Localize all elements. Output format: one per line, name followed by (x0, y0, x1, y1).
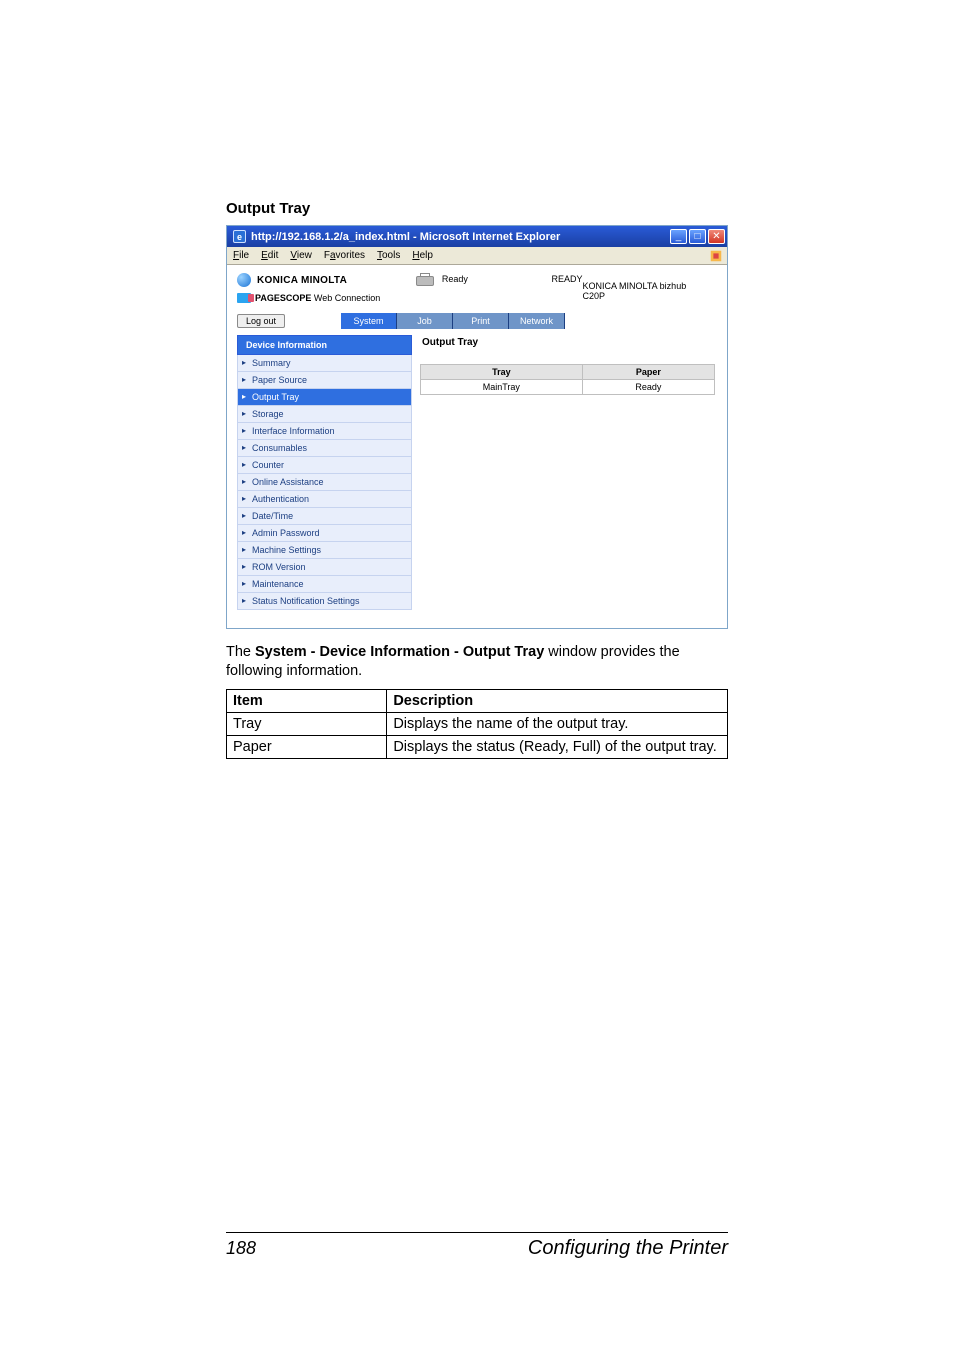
doc-item-table: Item Description Tray Displays the name … (226, 689, 728, 759)
tab-network[interactable]: Network (509, 313, 565, 329)
minimize-button[interactable]: _ (670, 229, 687, 244)
sidebar-item-paper-source[interactable]: Paper Source (237, 372, 412, 389)
sidebar-item-date-time[interactable]: Date/Time (237, 508, 412, 525)
sidebar-item-storage[interactable]: Storage (237, 406, 412, 423)
doc-th-description: Description (387, 689, 728, 712)
th-paper: Paper (582, 365, 714, 380)
menu-help[interactable]: Help (412, 250, 433, 261)
window-titlebar: e http://192.168.1.2/a_index.html - Micr… (227, 226, 727, 247)
output-tray-table: Tray Paper MainTray Ready (420, 364, 715, 395)
logout-button[interactable]: Log out (237, 314, 285, 328)
sidebar-item-output-tray[interactable]: Output Tray (237, 389, 412, 406)
doc-th-item: Item (227, 689, 387, 712)
model-label: KONICA MINOLTA bizhub C20P (583, 273, 718, 303)
doc-td-paper-desc: Displays the status (Ready, Full) of the… (387, 735, 728, 758)
printer-icon (414, 273, 436, 289)
doc-paragraph: The System - Device Information - Output… (226, 643, 728, 681)
sidebar-item-machine-settings[interactable]: Machine Settings (237, 542, 412, 559)
menu-tools[interactable]: Tools (377, 250, 400, 261)
sidebar-item-authentication[interactable]: Authentication (237, 491, 412, 508)
brand-text: KONICA MINOLTA (257, 275, 347, 286)
menu-favorites[interactable]: Favorites (324, 250, 365, 261)
sidebar-item-summary[interactable]: Summary (237, 355, 412, 372)
th-tray: Tray (421, 365, 583, 380)
footer-title: Configuring the Printer (528, 1237, 728, 1260)
pagescope-icon (237, 293, 251, 303)
close-button[interactable]: ✕ (708, 229, 725, 244)
tab-job[interactable]: Job (397, 313, 453, 329)
menu-view[interactable]: View (290, 250, 312, 261)
sidebar-item-status-notification[interactable]: Status Notification Settings (237, 593, 412, 610)
sidebar-item-counter[interactable]: Counter (237, 457, 412, 474)
tab-system[interactable]: System (341, 313, 397, 329)
km-globe-icon (237, 273, 251, 287)
pagescope-label: PAGESCOPE Web Connection (255, 293, 380, 303)
maximize-button[interactable]: □ (689, 229, 706, 244)
page-number: 188 (226, 1238, 256, 1259)
screenshot-window: e http://192.168.1.2/a_index.html - Micr… (226, 225, 728, 629)
doc-td-tray: Tray (227, 712, 387, 735)
sidebar-item-online-assistance[interactable]: Online Assistance (237, 474, 412, 491)
doc-td-paper: Paper (227, 735, 387, 758)
menu-edit[interactable]: Edit (261, 250, 278, 261)
sidebar-head-device-info: Device Information (237, 335, 412, 355)
ie-icon: e (233, 230, 246, 243)
main-panel-title: Output Tray (422, 337, 715, 348)
ie-logo-icon (709, 249, 723, 263)
sidebar-item-consumables[interactable]: Consumables (237, 440, 412, 457)
sidebar: Device Information Summary Paper Source … (237, 335, 412, 614)
sidebar-item-rom-version[interactable]: ROM Version (237, 559, 412, 576)
menu-file[interactable]: File (233, 250, 249, 261)
section-heading: Output Tray (226, 200, 728, 217)
page-footer: 188 Configuring the Printer (226, 1232, 728, 1260)
sidebar-item-maintenance[interactable]: Maintenance (237, 576, 412, 593)
td-paper: Ready (582, 380, 714, 395)
sidebar-item-interface-info[interactable]: Interface Information (237, 423, 412, 440)
status-ready-label: Ready (442, 274, 468, 284)
sidebar-item-admin-password[interactable]: Admin Password (237, 525, 412, 542)
window-title: http://192.168.1.2/a_index.html - Micros… (251, 231, 560, 243)
td-tray: MainTray (421, 380, 583, 395)
doc-td-tray-desc: Displays the name of the output tray. (387, 712, 728, 735)
menu-bar: File Edit View Favorites Tools Help (227, 247, 727, 265)
status-center-label: READY (551, 274, 582, 303)
tab-print[interactable]: Print (453, 313, 509, 329)
